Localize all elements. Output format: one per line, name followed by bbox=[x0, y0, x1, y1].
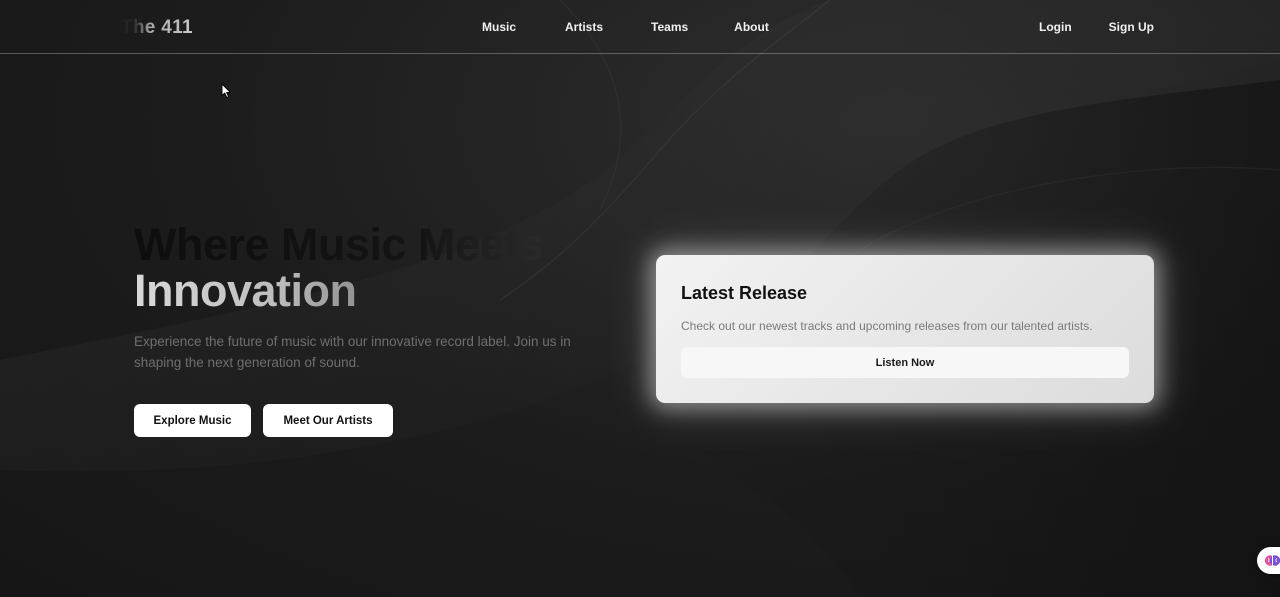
listen-now-button[interactable]: Listen Now bbox=[681, 347, 1129, 378]
auth-links: Login Sign Up bbox=[1039, 20, 1154, 34]
nav-link-about[interactable]: About bbox=[734, 20, 769, 34]
signup-link[interactable]: Sign Up bbox=[1109, 20, 1154, 34]
mouse-pointer-icon bbox=[221, 83, 231, 98]
brain-icon bbox=[1264, 555, 1280, 566]
nav-link-teams[interactable]: Teams bbox=[651, 20, 688, 34]
latest-release-card: Latest Release Check out our newest trac… bbox=[656, 255, 1154, 403]
hero-title: Where Music Meets Innovation bbox=[134, 219, 544, 314]
login-link[interactable]: Login bbox=[1039, 20, 1072, 34]
nav-links: Music Artists Teams About bbox=[482, 20, 769, 34]
brand-logo[interactable]: The 411 bbox=[121, 17, 193, 39]
hero-description: Experience the future of music with our … bbox=[134, 334, 571, 370]
card-title: Latest Release bbox=[681, 283, 808, 303]
landing-page: The 411 Music Artists Teams About Login … bbox=[0, 0, 1280, 597]
meet-artists-button[interactable]: Meet Our Artists bbox=[263, 404, 393, 437]
nav-link-music[interactable]: Music bbox=[482, 20, 516, 34]
hero-buttons: Explore Music Meet Our Artists bbox=[134, 404, 393, 437]
top-navbar: The 411 Music Artists Teams About Login … bbox=[0, 0, 1280, 54]
hero-title-line1: Where Music Meets bbox=[134, 219, 544, 270]
card-description: Check out our newest tracks and upcoming… bbox=[681, 319, 1093, 333]
nav-link-artists[interactable]: Artists bbox=[565, 20, 603, 34]
explore-music-button[interactable]: Explore Music bbox=[134, 404, 251, 437]
hero-title-line2: Innovation bbox=[134, 268, 543, 314]
assistant-widget[interactable] bbox=[1257, 547, 1280, 574]
